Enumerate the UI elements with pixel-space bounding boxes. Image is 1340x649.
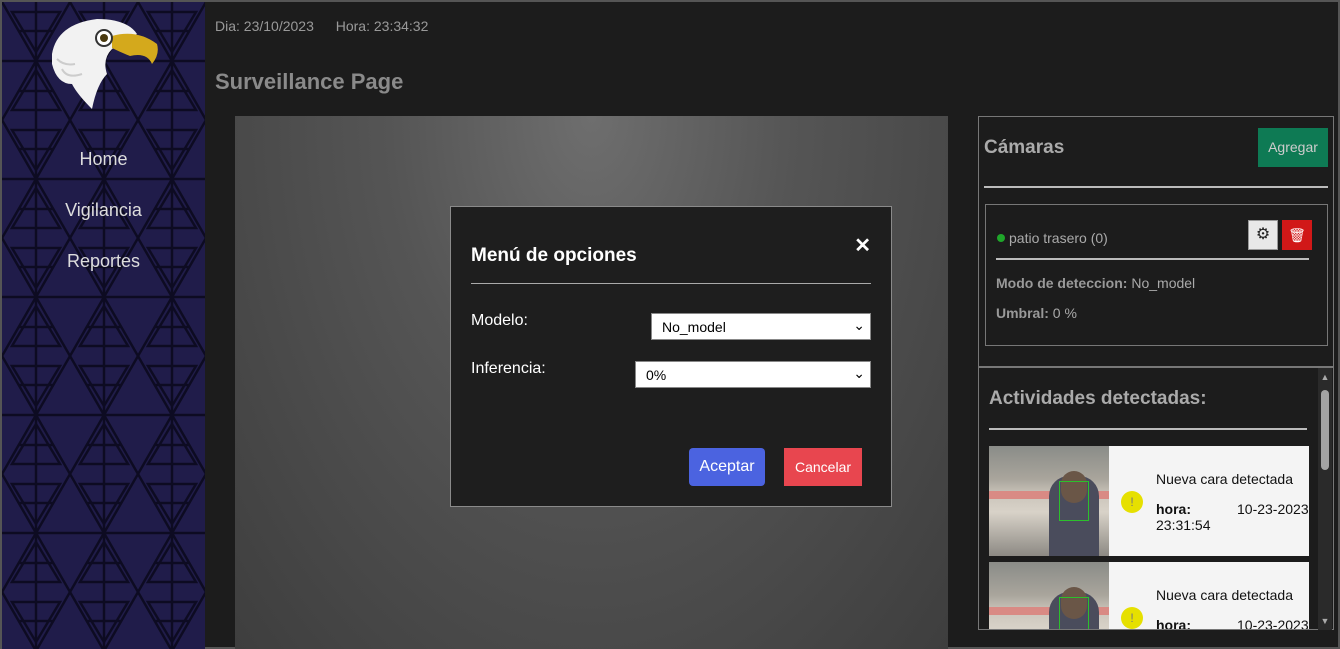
warning-icon: !: [1121, 491, 1143, 513]
camera-threshold: Umbral: 0 %: [996, 305, 1077, 321]
activity-message: Nueva cara detectada: [1156, 471, 1293, 487]
date-display: Dia: 23/10/2023: [215, 18, 314, 34]
app-window: Home Vigilancia Reportes Dia: 23/10/2023…: [0, 0, 1340, 649]
inferencia-label: Inferencia:: [471, 360, 546, 377]
activities-scrollbar[interactable]: ▲ ▼: [1318, 368, 1332, 630]
camera-name: patio trasero (0): [1009, 230, 1108, 246]
activity-hora-label: hora:: [1156, 617, 1191, 630]
camera-mode-label: Modo de deteccion:: [996, 275, 1128, 291]
close-icon[interactable]: ✕: [854, 233, 871, 258]
sidebar-item-vigilancia[interactable]: Vigilancia: [2, 198, 205, 249]
activities-divider: [989, 428, 1307, 430]
options-modal: ✕ Menú de opciones Modelo: No_model ⌄ In…: [450, 206, 892, 507]
scroll-down-arrow-icon[interactable]: ▼: [1318, 614, 1332, 628]
modal-divider: [471, 283, 871, 284]
warning-icon: !: [1121, 607, 1143, 629]
camera-threshold-value: 0 %: [1052, 305, 1077, 321]
activities-panel: Actividades detectadas: ! Nueva cara det…: [978, 367, 1334, 630]
sidebar: Home Vigilancia Reportes: [2, 2, 205, 649]
modelo-select[interactable]: No_model ⌄: [651, 313, 871, 340]
modal-title: Menú de opciones: [471, 245, 637, 266]
inferencia-select-value: 0%: [646, 367, 667, 383]
camera-mode-value: No_model: [1131, 275, 1196, 291]
modelo-label: Modelo:: [471, 312, 528, 329]
cameras-panel: Cámaras Agregar patio trasero (0) ⚙ 🗑 Mo…: [978, 116, 1334, 367]
camera-divider: [996, 258, 1309, 260]
activity-thumbnail: [989, 562, 1109, 629]
activity-thumbnail: [989, 446, 1109, 556]
gear-icon[interactable]: ⚙: [1248, 220, 1278, 250]
cameras-divider: [984, 186, 1328, 188]
activity-time: 23:31:54: [1156, 517, 1211, 533]
page-title: Surveillance Page: [215, 69, 404, 94]
add-camera-button[interactable]: Agregar: [1258, 128, 1328, 167]
datetime-bar: Dia: 23/10/2023 Hora: 23:34:32: [215, 18, 446, 34]
activity-item[interactable]: ! Nueva cara detectada hora: 10-23-2023: [989, 562, 1309, 630]
face-detection-box: [1059, 597, 1089, 629]
eagle-logo-icon: [52, 19, 158, 109]
chevron-down-icon: ⌄: [853, 365, 865, 381]
inferencia-select[interactable]: 0% ⌄: [635, 361, 871, 388]
modelo-select-value: No_model: [662, 319, 726, 335]
trash-icon[interactable]: 🗑: [1282, 220, 1312, 250]
sidebar-item-home[interactable]: Home: [2, 147, 205, 198]
activity-message: Nueva cara detectada: [1156, 587, 1293, 603]
activity-date: 10-23-2023: [1237, 501, 1309, 517]
activity-hora-label: hora:: [1156, 501, 1191, 517]
activity-date: 10-23-2023: [1237, 617, 1309, 630]
chevron-down-icon: ⌄: [853, 317, 865, 333]
sidebar-item-reportes[interactable]: Reportes: [2, 249, 205, 300]
scroll-thumb[interactable]: [1321, 390, 1329, 470]
time-display: Hora: 23:34:32: [335, 18, 429, 34]
activities-title: Actividades detectadas:: [989, 388, 1207, 409]
camera-card: patio trasero (0) ⚙ 🗑 Modo de deteccion:…: [985, 204, 1328, 346]
activity-item[interactable]: ! Nueva cara detectada hora: 10-23-2023 …: [989, 446, 1309, 556]
camera-mode: Modo de deteccion: No_model: [996, 275, 1195, 291]
accept-button[interactable]: Aceptar: [689, 448, 765, 486]
face-detection-box: [1059, 481, 1089, 521]
scroll-up-arrow-icon[interactable]: ▲: [1318, 370, 1332, 384]
cameras-title: Cámaras: [984, 137, 1065, 158]
cancel-button[interactable]: Cancelar: [784, 448, 862, 486]
status-dot-icon: [997, 234, 1005, 242]
sidebar-nav: Home Vigilancia Reportes: [2, 147, 205, 300]
camera-threshold-label: Umbral:: [996, 305, 1049, 321]
